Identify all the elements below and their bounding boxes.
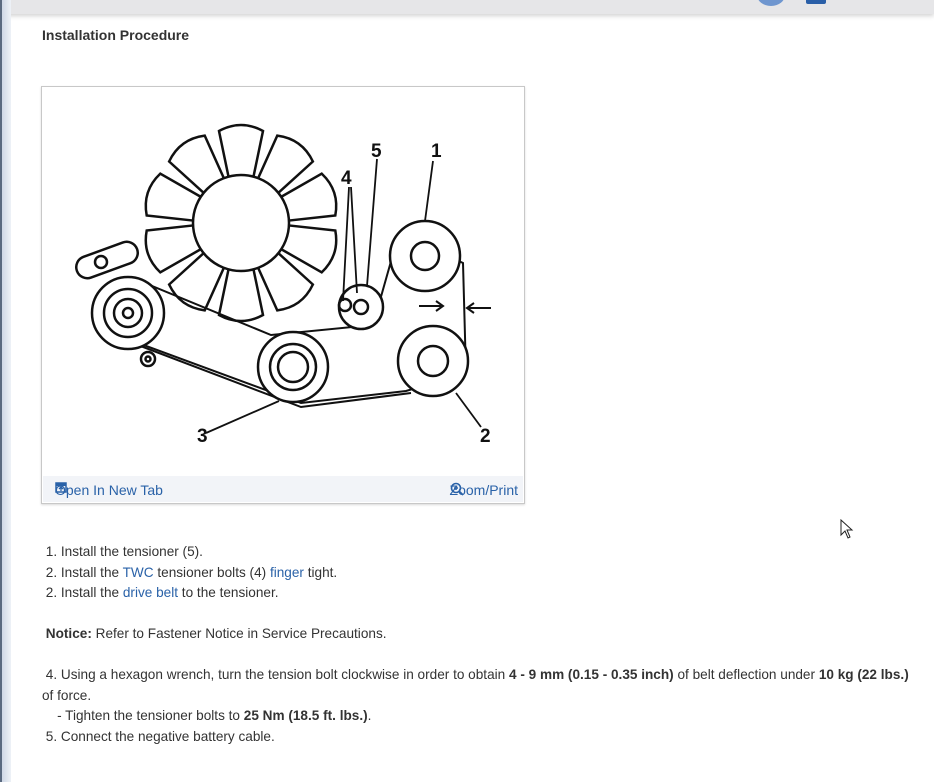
callout-3: 3 bbox=[197, 426, 208, 447]
step-5: 5. Connect the negative battery cable. bbox=[45, 728, 275, 744]
mouse-cursor-icon bbox=[840, 519, 854, 539]
finger-link[interactable]: finger bbox=[270, 565, 304, 580]
notice: Notice: Refer to Fastener Notice in Serv… bbox=[45, 626, 387, 641]
zoom-in-icon bbox=[450, 482, 464, 496]
callout-5: 5 bbox=[371, 141, 382, 162]
open-in-new-tab-label: Open In New Tab bbox=[55, 482, 163, 498]
step-3: 2. Install the drive belt to the tension… bbox=[45, 585, 279, 600]
procedure-steps: 1. Install the tensioner (5). 2. Install… bbox=[42, 542, 922, 747]
open-tab-icon bbox=[55, 482, 67, 493]
section-title: Installation Procedure bbox=[42, 27, 190, 43]
top-toolbar bbox=[0, 0, 934, 14]
zoom-print-link[interactable]: Zoom/Print bbox=[450, 482, 518, 498]
belt-routing-diagram: 1 2 3 4 5 bbox=[75, 123, 491, 447]
left-panel-edge bbox=[0, 0, 11, 782]
open-in-new-tab-link[interactable]: Open In New Tab bbox=[55, 482, 163, 498]
notification-icon[interactable] bbox=[806, 0, 826, 4]
step-4-substep: - Tighten the tensioner bolts to 25 Nm (… bbox=[57, 708, 372, 723]
drive-belt-link[interactable]: drive belt bbox=[123, 585, 178, 600]
figure-footer: Open In New Tab Zoom/Print bbox=[43, 476, 523, 502]
step-2: 2. Install the TWC tensioner bolts (4) f… bbox=[45, 564, 338, 580]
step-4: 4. Using a hexagon wrench, turn the tens… bbox=[42, 667, 909, 703]
belt-diagram-figure: 1 2 3 4 5 Open In New Tab Zoom/Print bbox=[41, 86, 525, 504]
step-1: 1. Install the tensioner (5). bbox=[45, 544, 203, 559]
fan bbox=[139, 123, 343, 323]
callout-2: 2 bbox=[480, 426, 491, 447]
callout-4: 4 bbox=[341, 168, 352, 189]
twc-link[interactable]: TWC bbox=[123, 565, 154, 580]
callout-1: 1 bbox=[431, 141, 442, 162]
